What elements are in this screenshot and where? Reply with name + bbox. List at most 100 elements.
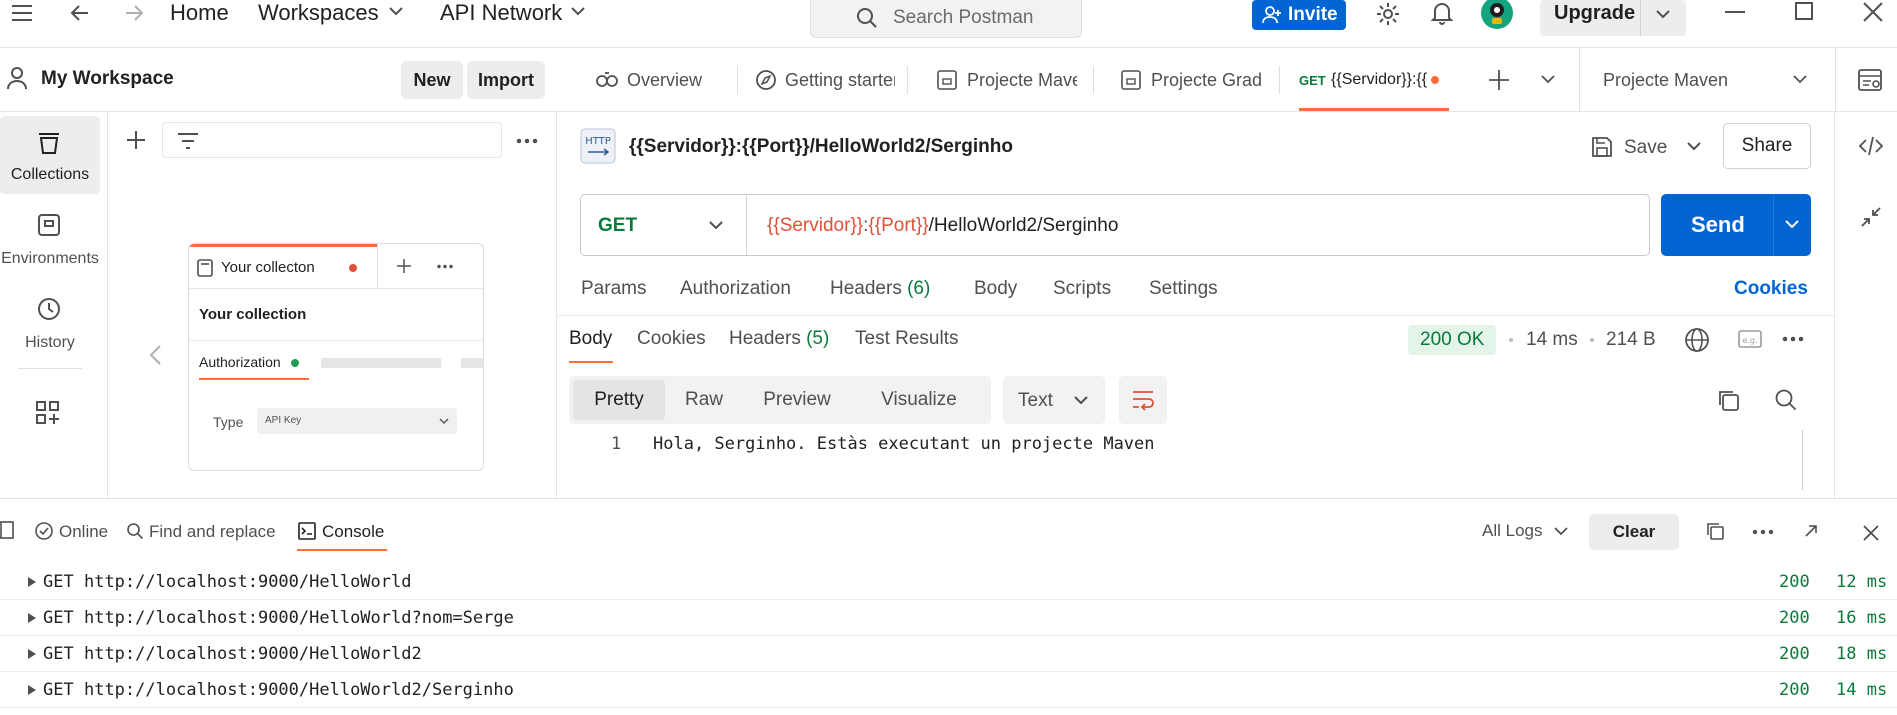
chevron-down-icon[interactable] (388, 6, 404, 18)
expand-icon[interactable] (1803, 523, 1819, 539)
save-example-icon[interactable]: e.g. (1738, 328, 1762, 350)
card-type-select[interactable]: API Key (257, 408, 457, 434)
request-title[interactable]: {{Servidor}}:{{Port}}/HelloWorld2/Sergin… (629, 136, 1013, 158)
more-options-icon[interactable] (1752, 529, 1774, 535)
minimize-icon[interactable] (1725, 10, 1745, 14)
chevron-down-icon[interactable] (1784, 219, 1800, 230)
search-box[interactable]: Search Postman (810, 0, 1082, 38)
environment-quick-look-icon[interactable] (1857, 67, 1883, 93)
nav-api-network[interactable]: API Network (440, 0, 562, 26)
tab-overview[interactable]: Overview (595, 48, 731, 112)
toggle-sidebar-icon[interactable] (0, 521, 14, 539)
back-arrow-icon[interactable] (68, 1, 92, 25)
response-tab-headers[interactable]: Headers (5) (729, 328, 829, 350)
forward-arrow-icon[interactable] (122, 1, 146, 25)
response-size[interactable]: 214 B (1606, 329, 1656, 351)
tab-active-request[interactable]: GET {{Servidor}}:{{ (1299, 48, 1449, 112)
chevron-down-icon[interactable] (570, 6, 586, 18)
view-preview[interactable]: Preview (747, 376, 847, 424)
log-filter-select[interactable]: All Logs (1482, 515, 1578, 545)
log-row[interactable]: GET http://localhost:9000/HelloWorld?nom… (0, 600, 1897, 636)
clear-button[interactable]: Clear (1589, 514, 1679, 550)
chevron-down-icon[interactable] (1655, 9, 1671, 21)
new-tab-plus-icon[interactable] (1489, 70, 1509, 90)
workspace-title[interactable]: My Workspace (41, 68, 174, 90)
nav-home[interactable]: Home (170, 0, 229, 26)
scrollbar[interactable] (1802, 430, 1803, 490)
expand-caret-icon[interactable] (28, 685, 36, 695)
more-options-icon[interactable] (1782, 336, 1804, 342)
more-options-icon[interactable] (437, 264, 453, 269)
nav-workspaces[interactable]: Workspaces (258, 0, 379, 26)
tab-projecte-maven[interactable]: Projecte Mave (937, 48, 1077, 112)
find-and-replace[interactable]: Find and replace (149, 522, 276, 542)
invite-button[interactable]: Invite (1252, 0, 1346, 30)
chevron-left-icon[interactable] (148, 344, 162, 366)
globe-icon[interactable] (1684, 327, 1710, 353)
wrap-lines-button[interactable] (1119, 376, 1167, 424)
add-tab-icon[interactable] (397, 259, 411, 273)
method-select[interactable]: GET (581, 195, 747, 255)
rail-item-environments[interactable]: Environments (0, 200, 100, 278)
expand-caret-icon[interactable] (28, 577, 36, 587)
maximize-icon[interactable] (1795, 2, 1813, 20)
copy-icon[interactable] (1716, 388, 1740, 412)
view-pretty[interactable]: Pretty (573, 380, 665, 420)
add-icon[interactable] (126, 130, 146, 150)
more-options-icon[interactable] (516, 138, 538, 144)
share-button[interactable]: Share (1723, 123, 1811, 169)
search-icon[interactable] (1774, 388, 1798, 412)
url-input[interactable]: {{Servidor}}:{{Port}}/HelloWorld2/Sergin… (767, 215, 1118, 237)
save-button[interactable]: Save (1588, 126, 1680, 168)
online-status[interactable]: Online (59, 522, 108, 542)
status-badge[interactable]: 200 OK (1408, 325, 1497, 355)
new-button[interactable]: New (401, 61, 463, 99)
view-visualize[interactable]: Visualize (859, 376, 979, 424)
rail-item-collections[interactable]: Collections (0, 116, 100, 194)
import-button[interactable]: Import (467, 61, 545, 99)
chevron-down-icon[interactable] (1541, 75, 1555, 85)
cookies-link[interactable]: Cookies (1734, 278, 1808, 300)
copy-icon[interactable] (1706, 522, 1724, 540)
expand-caret-icon[interactable] (28, 613, 36, 623)
collapse-panel-icon[interactable] (1860, 206, 1882, 228)
code-snippet-icon[interactable] (1858, 135, 1884, 157)
tab-scripts[interactable]: Scripts (1053, 278, 1111, 300)
card-tab-label[interactable]: Your collecton (221, 259, 315, 276)
divider (189, 288, 483, 289)
tab-projecte-gradle[interactable]: Projecte Gradl (1121, 48, 1261, 112)
log-row[interactable]: GET http://localhost:9000/HelloWorld2 20… (0, 636, 1897, 672)
close-window-icon[interactable] (1862, 1, 1884, 23)
log-row[interactable]: GET http://localhost:9000/HelloWorld2/Se… (0, 672, 1897, 708)
response-tab-body[interactable]: Body (569, 328, 612, 350)
tab-params[interactable]: Params (581, 278, 646, 300)
avatar[interactable] (1480, 0, 1514, 30)
tab-authorization[interactable]: Authorization (680, 278, 791, 300)
response-tab-cookies[interactable]: Cookies (637, 328, 706, 350)
environment-select[interactable]: Projecte Maven (1579, 48, 1819, 112)
filter-input[interactable] (162, 122, 502, 158)
card-type-value: API Key (265, 415, 302, 426)
chevron-down-icon[interactable] (1686, 141, 1702, 152)
upgrade-button[interactable]: Upgrade (1540, 0, 1686, 36)
console-tab[interactable]: Console (322, 522, 384, 542)
settings-gear-icon[interactable] (1375, 1, 1401, 27)
tab-headers[interactable]: Headers (6) (830, 278, 930, 300)
log-row[interactable]: GET http://localhost:9000/HelloWorld 200… (0, 564, 1897, 600)
response-time[interactable]: 14 ms (1526, 329, 1578, 351)
rail-item-history[interactable]: History (0, 284, 100, 362)
search-icon (855, 6, 879, 30)
tab-body[interactable]: Body (974, 278, 1017, 300)
card-auth-tab[interactable]: Authorization (199, 354, 281, 370)
send-button[interactable]: Send (1661, 194, 1811, 256)
menu-icon[interactable] (10, 2, 34, 24)
close-icon[interactable] (1862, 524, 1880, 542)
tab-getting-started[interactable]: Getting starter (755, 48, 895, 112)
tab-settings[interactable]: Settings (1149, 278, 1218, 300)
format-select[interactable]: Text (1003, 376, 1105, 424)
notifications-bell-icon[interactable] (1430, 0, 1454, 26)
view-raw[interactable]: Raw (669, 376, 739, 424)
expand-caret-icon[interactable] (28, 649, 36, 659)
response-tab-test-results[interactable]: Test Results (855, 328, 958, 350)
add-apps-icon[interactable] (35, 400, 61, 426)
